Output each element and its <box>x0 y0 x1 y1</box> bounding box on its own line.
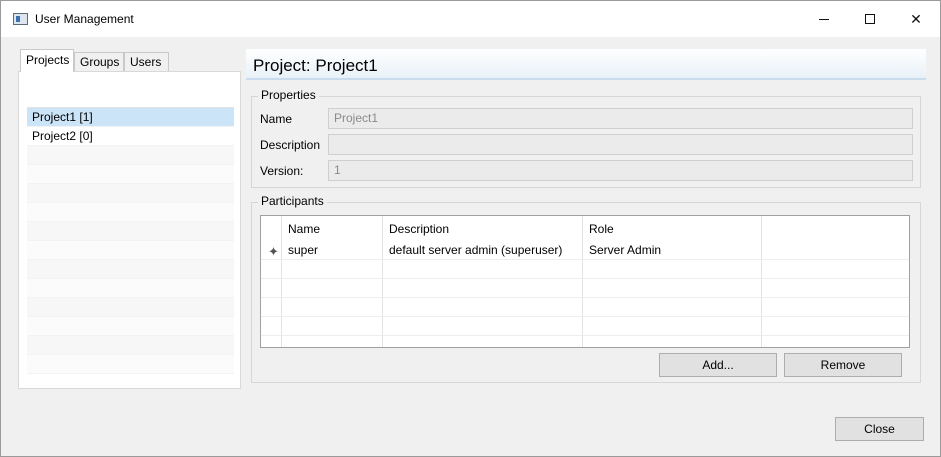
project-list-item[interactable]: Project1 [1] <box>27 108 234 127</box>
column-header-name[interactable]: Name <box>282 219 320 239</box>
tab-users[interactable]: Users <box>124 52 169 71</box>
tab-projects[interactable]: Projects <box>20 49 74 72</box>
current-row-icon: ✦ <box>268 244 279 259</box>
name-label: Name <box>260 112 293 126</box>
empty-list-row <box>27 279 234 298</box>
maximize-button[interactable] <box>847 1 893 37</box>
tab-groups[interactable]: Groups <box>74 52 124 71</box>
empty-list-row <box>27 260 234 279</box>
empty-list-row <box>27 336 234 355</box>
project-list-item[interactable]: Project2 [0] <box>27 127 234 146</box>
participants-table[interactable]: Name Description Role ✦ super default se… <box>260 215 910 348</box>
close-button[interactable]: Close <box>835 417 924 441</box>
version-field[interactable]: 1 <box>328 160 913 181</box>
properties-legend: Properties <box>258 88 319 102</box>
maximize-icon <box>865 14 875 24</box>
add-participant-button[interactable]: Add... <box>659 353 777 377</box>
page-title: Project: Project1 <box>253 56 378 75</box>
properties-group: Properties Name Project1 Description Ver… <box>251 88 921 188</box>
row-divider <box>261 316 909 317</box>
empty-list-row <box>27 298 234 317</box>
project-list[interactable]: Project1 [1] Project2 [0] <box>27 107 234 381</box>
participants-legend: Participants <box>258 194 327 208</box>
row-divider <box>261 278 909 279</box>
empty-list-row <box>27 355 234 374</box>
column-header-description[interactable]: Description <box>383 219 449 239</box>
window-title: User Management <box>35 12 134 26</box>
title-bar[interactable]: User Management ✕ <box>1 1 940 37</box>
close-icon: ✕ <box>910 10 922 27</box>
project-header: Project: Project1 <box>246 49 926 80</box>
column-divider <box>761 216 762 347</box>
description-label: Description <box>260 138 321 152</box>
close-window-button[interactable]: ✕ <box>893 1 939 37</box>
projects-tab-panel: Project1 [1] Project2 [0] <box>18 71 241 389</box>
empty-list-row <box>27 184 234 203</box>
version-label: Version: <box>260 164 304 178</box>
empty-list-row <box>27 203 234 222</box>
minimize-button[interactable] <box>801 1 847 37</box>
minimize-icon <box>819 18 829 20</box>
remove-participant-button[interactable]: Remove <box>784 353 902 377</box>
row-divider <box>261 335 909 336</box>
empty-list-row <box>27 241 234 260</box>
app-icon <box>13 13 28 25</box>
participant-role-cell[interactable]: Server Admin <box>583 240 661 260</box>
participant-name-cell[interactable]: super <box>282 240 318 260</box>
name-field[interactable]: Project1 <box>328 108 913 129</box>
empty-list-row <box>27 317 234 336</box>
row-divider <box>261 259 909 260</box>
column-header-role[interactable]: Role <box>583 219 614 239</box>
empty-list-row <box>27 146 234 165</box>
empty-list-row <box>27 222 234 241</box>
description-field[interactable] <box>328 134 913 155</box>
empty-list-row <box>27 165 234 184</box>
participant-description-cell[interactable]: default server admin (superuser) <box>383 240 562 260</box>
row-divider <box>261 297 909 298</box>
user-management-window: User Management ✕ Projects Groups Users … <box>0 0 941 457</box>
